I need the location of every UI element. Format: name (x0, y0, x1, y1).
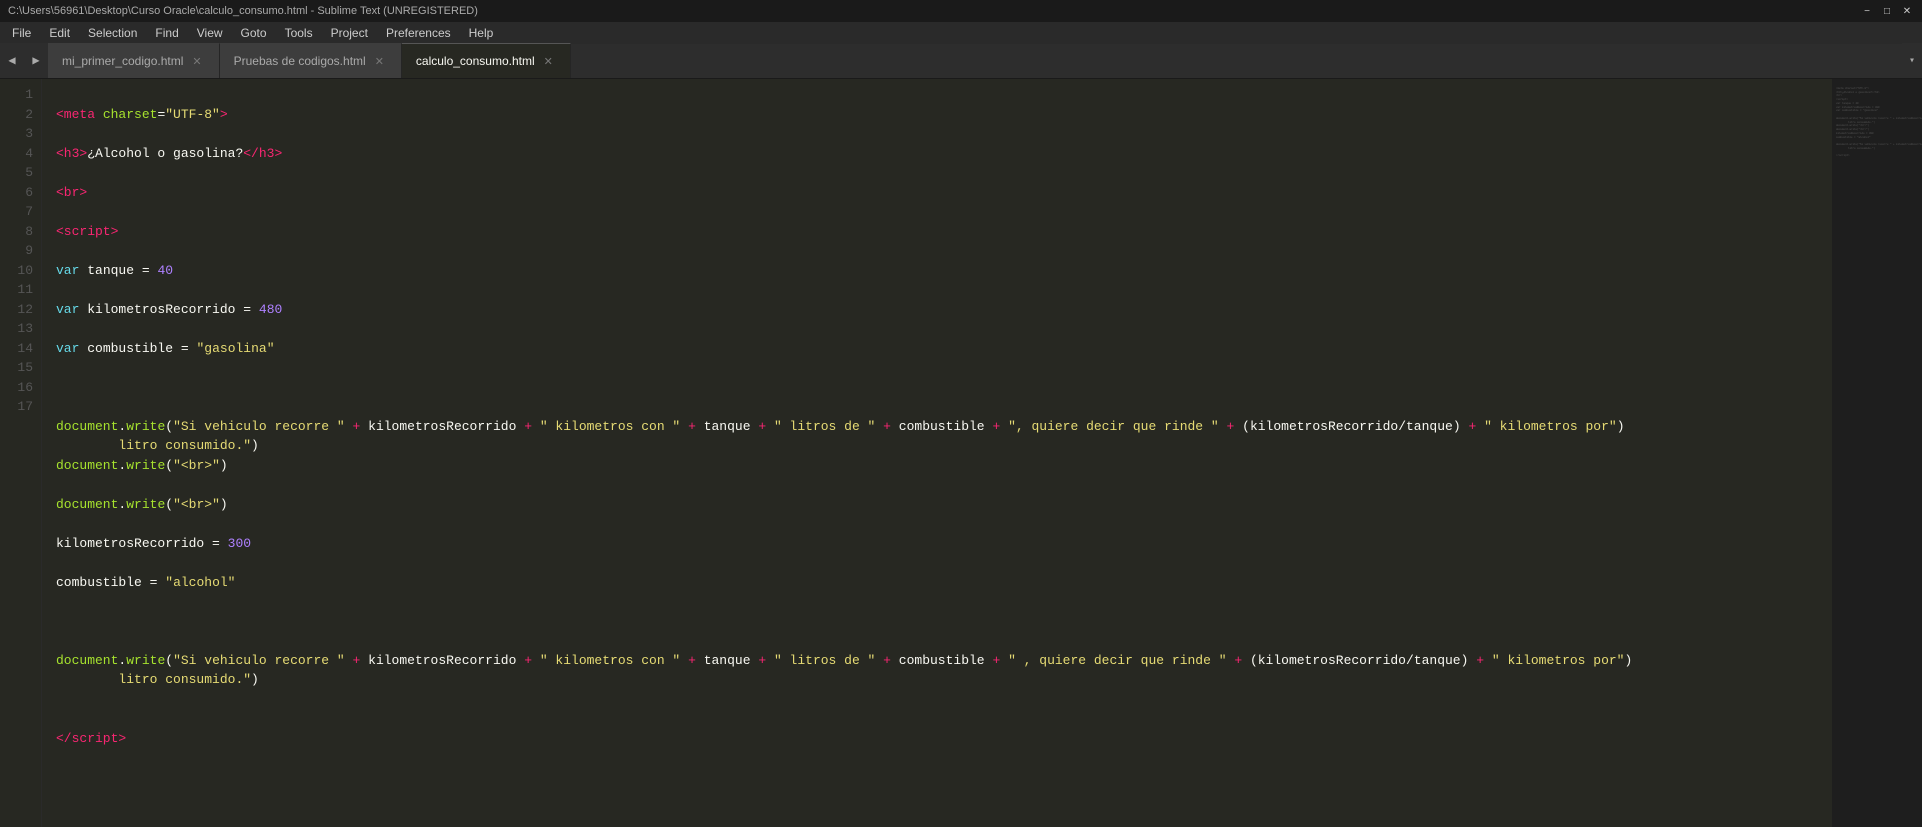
tab-label-pruebas: Pruebas de codigos.html (234, 54, 366, 68)
line-num-8: 8 (6, 222, 33, 242)
line-num-13: 13 (6, 319, 33, 339)
code-line-12: kilometrosRecorrido = 300 (56, 534, 1832, 554)
menu-project[interactable]: Project (323, 24, 376, 42)
code-line-6: var kilometrosRecorrido = 480 (56, 300, 1832, 320)
menu-tools[interactable]: Tools (277, 24, 321, 42)
line-num-6: 6 (6, 183, 33, 203)
code-line-5: var tanque = 40 (56, 261, 1832, 281)
menu-help[interactable]: Help (461, 24, 502, 42)
code-line-17: </script> (56, 729, 1832, 749)
title-bar-title: C:\Users\56961\Desktop\Curso Oracle\calc… (8, 5, 478, 17)
tab-nav-right[interactable]: ▶ (24, 43, 48, 78)
line-num-14: 14 (6, 339, 33, 359)
tab-close-pruebas[interactable]: ✕ (372, 54, 387, 69)
menu-goto[interactable]: Goto (233, 24, 275, 42)
line-numbers: 1 2 3 4 5 6 7 8 9 10 11 12 13 14 15 16 1… (0, 79, 42, 827)
title-bar-controls: − □ ✕ (1860, 4, 1914, 18)
code-line-16 (56, 690, 1832, 710)
code-line-7: var combustible = "gasolina" (56, 339, 1832, 359)
code-line-1: <meta charset="UTF-8"> (56, 105, 1832, 125)
code-line-13: combustible = "alcohol" (56, 573, 1832, 593)
tab-label-calculo: calculo_consumo.html (416, 54, 535, 68)
minimize-button[interactable]: − (1860, 4, 1874, 18)
code-editor[interactable]: <meta charset="UTF-8"> <h3>¿Alcohol o ga… (42, 79, 1832, 827)
line-num-3: 3 (6, 124, 33, 144)
menu-edit[interactable]: Edit (41, 24, 78, 42)
menu-find[interactable]: Find (147, 24, 186, 42)
line-num-7: 7 (6, 202, 33, 222)
close-button[interactable]: ✕ (1900, 4, 1914, 18)
line-num-15: 15 (6, 358, 33, 378)
editor: 1 2 3 4 5 6 7 8 9 10 11 12 13 14 15 16 1… (0, 79, 1922, 827)
code-line-10: document.write("<br>") (56, 456, 1832, 476)
maximize-button[interactable]: □ (1880, 4, 1894, 18)
tab-close-mi-primer[interactable]: ✕ (189, 54, 204, 69)
line-num-1: 1 (6, 85, 33, 105)
tab-pruebas[interactable]: Pruebas de codigos.html ✕ (220, 43, 402, 78)
menu-view[interactable]: View (189, 24, 231, 42)
minimap-content: <meta charset="UTF-8"> <h3>¿Alcohol o ga… (1832, 79, 1922, 166)
code-line-9: document.write("Si vehiculo recorre " + … (56, 417, 1832, 437)
tab-nav-left[interactable]: ◀ (0, 43, 24, 78)
code-line-11: document.write("<br>") (56, 495, 1832, 515)
line-num-4: 4 (6, 144, 33, 164)
line-num-10: 10 (6, 261, 33, 281)
line-num-2: 2 (6, 105, 33, 125)
tab-overflow-btn[interactable]: ▾ (1902, 43, 1922, 78)
minimap: <meta charset="UTF-8"> <h3>¿Alcohol o ga… (1832, 79, 1922, 827)
menu-selection[interactable]: Selection (80, 24, 145, 42)
line-num-9: 9 (6, 241, 33, 261)
title-bar: C:\Users\56961\Desktop\Curso Oracle\calc… (0, 0, 1922, 22)
menu-file[interactable]: File (4, 24, 39, 42)
code-line-15: document.write("Si vehiculo recorre " + … (56, 651, 1832, 671)
code-line-8 (56, 378, 1832, 398)
line-num-11: 11 (6, 280, 33, 300)
line-num-17: 17 (6, 397, 33, 417)
code-line-2: <h3>¿Alcohol o gasolina?</h3> (56, 144, 1832, 164)
code-line-14 (56, 612, 1832, 632)
line-num-12: 12 (6, 300, 33, 320)
code-line-4: <script> (56, 222, 1832, 242)
menu-preferences[interactable]: Preferences (378, 24, 459, 42)
tab-bar: ◀ ▶ mi_primer_codigo.html ✕ Pruebas de c… (0, 44, 1922, 79)
menu-bar: File Edit Selection Find View Goto Tools… (0, 22, 1922, 44)
tab-close-calculo[interactable]: ✕ (541, 54, 556, 69)
code-line-3: <br> (56, 183, 1832, 203)
line-num-5: 5 (6, 163, 33, 183)
tab-mi-primer-codigo[interactable]: mi_primer_codigo.html ✕ (48, 43, 220, 78)
tab-calculo-consumo[interactable]: calculo_consumo.html ✕ (402, 43, 571, 78)
line-num-16: 16 (6, 378, 33, 398)
tab-label-mi-primer: mi_primer_codigo.html (62, 54, 183, 68)
